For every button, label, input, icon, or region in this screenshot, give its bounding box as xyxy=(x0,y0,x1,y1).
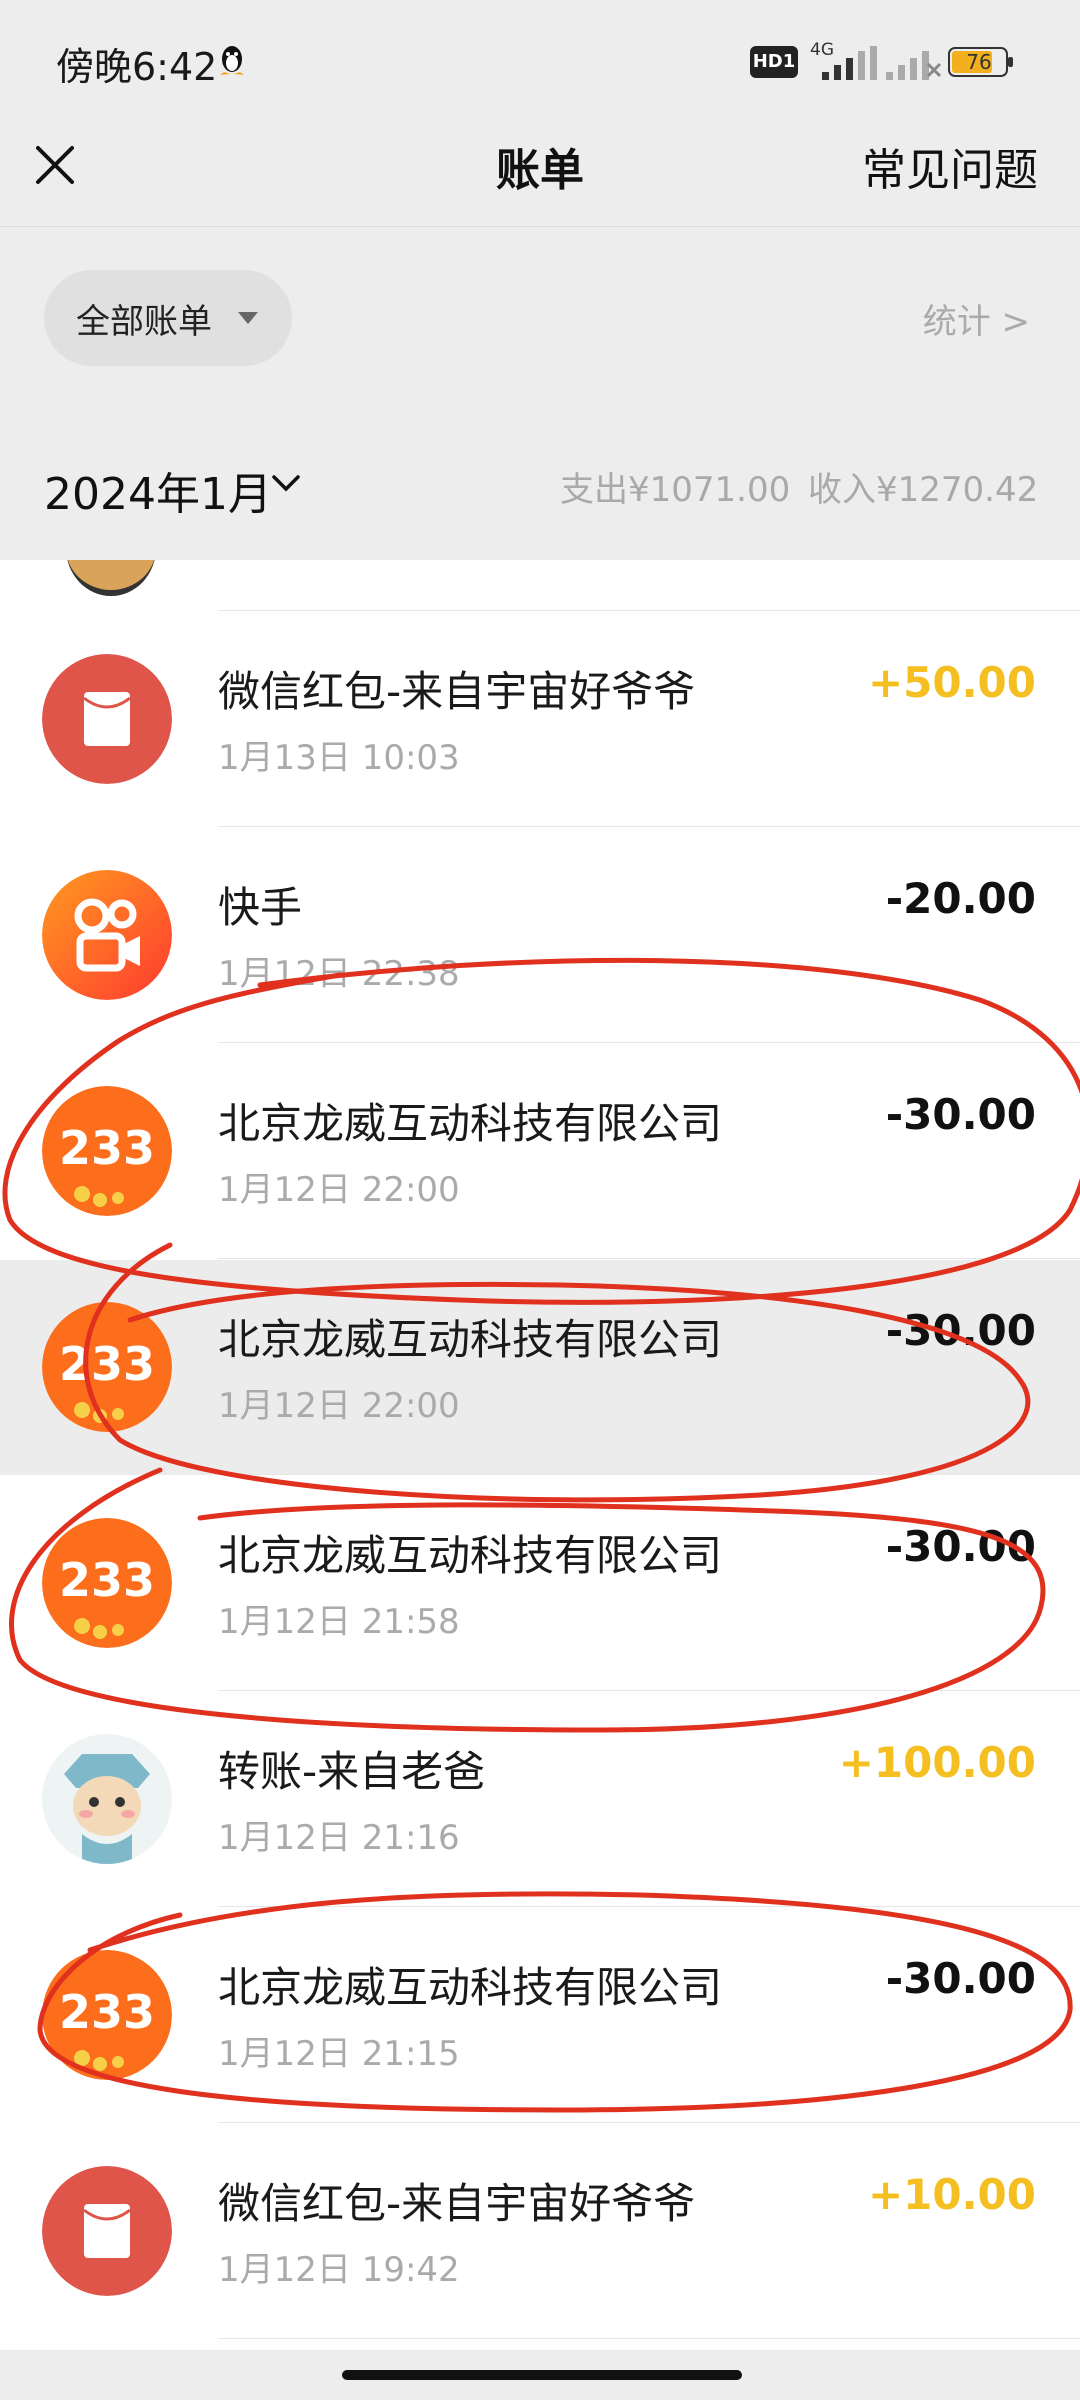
divider xyxy=(218,2122,1080,2123)
233-app-icon: 233 xyxy=(42,1518,172,1648)
status-time: 傍晚6:42 xyxy=(56,45,218,89)
transaction-title: 转账-来自老爸 xyxy=(218,1747,486,1796)
red-packet-icon xyxy=(42,654,172,784)
hd-voice-badge: HD1 xyxy=(750,46,798,78)
battery-level: 76 xyxy=(966,50,992,74)
transaction-title: 微信红包-来自宇宙好爷爷 xyxy=(218,667,696,716)
transaction-time: 1月12日 21:16 xyxy=(218,1818,460,1858)
month-summary-row: 2024年1月 支出¥1071.00 收入¥1270.42 xyxy=(0,410,1080,560)
app-icon-text: 233 xyxy=(59,1553,155,1607)
app-icon-text: 233 xyxy=(59,1985,155,2039)
transaction-row[interactable]: 233 北京龙威互动科技有限公司 1月12日 21:15 -30.00 xyxy=(0,1908,1080,2123)
divider xyxy=(218,826,1080,827)
bill-type-filter-button[interactable]: 全部账单 xyxy=(44,270,292,366)
transaction-title: 北京龙威互动科技有限公司 xyxy=(218,1963,723,2012)
app-icon-text: 233 xyxy=(59,1337,155,1391)
divider xyxy=(218,610,1080,611)
transaction-time: 1月13日 10:03 xyxy=(218,738,460,778)
transaction-title: 北京龙威互动科技有限公司 xyxy=(218,1315,723,1364)
signal-strength-icon xyxy=(822,46,877,80)
transaction-amount: +50.00 xyxy=(867,658,1036,707)
status-bar: 傍晚6:42 HD1 4G 76 xyxy=(0,0,1080,124)
transaction-amount: -30.00 xyxy=(885,1954,1036,2003)
divider xyxy=(218,1258,1080,1259)
app-icon-text: 233 xyxy=(59,1121,155,1175)
transaction-time: 1月12日 21:15 xyxy=(218,2034,460,2074)
transaction-row[interactable]: 233 北京龙威互动科技有限公司 1月12日 22:00 -30.00 xyxy=(0,1044,1080,1259)
home-indicator[interactable] xyxy=(342,2370,742,2380)
filter-row: 全部账单 统计 > xyxy=(0,228,1080,408)
transaction-row[interactable]: 转账-来自老爸 1月12日 21:16 +100.00 xyxy=(0,1692,1080,1907)
divider xyxy=(218,2338,1080,2339)
transaction-title: 微信红包-来自宇宙好爷爷 xyxy=(218,2179,696,2228)
transaction-title: 北京龙威互动科技有限公司 xyxy=(218,1099,723,1148)
kuaishou-icon xyxy=(42,870,172,1000)
divider xyxy=(218,1042,1080,1043)
transaction-amount: -30.00 xyxy=(885,1306,1036,1355)
transaction-time: 1月12日 19:42 xyxy=(218,2250,460,2290)
caret-down-icon xyxy=(238,312,258,324)
transaction-amount: +100.00 xyxy=(838,1738,1036,1787)
transaction-row[interactable]: 快手 1月12日 22:38 -20.00 xyxy=(0,828,1080,1043)
qq-penguin-icon xyxy=(220,46,244,75)
transaction-time: 1月12日 22:38 xyxy=(218,954,460,994)
transaction-amount: -30.00 xyxy=(885,1090,1036,1139)
avatar xyxy=(66,560,156,596)
233-app-icon: 233 xyxy=(42,1950,172,2080)
chevron-down-icon[interactable] xyxy=(270,472,302,494)
transaction-time: 1月12日 21:58 xyxy=(218,1602,460,1642)
transaction-row[interactable]: 233 北京龙威互动科技有限公司 1月12日 21:58 -30.00 xyxy=(0,1476,1080,1691)
month-selector[interactable]: 2024年1月 xyxy=(44,458,272,522)
divider xyxy=(218,1690,1080,1691)
red-packet-icon xyxy=(42,2166,172,2296)
transaction-title: 北京龙威互动科技有限公司 xyxy=(218,1531,723,1580)
transaction-time: 1月12日 22:00 xyxy=(218,1386,460,1426)
transaction-row[interactable]: 微信红包-来自宇宙好爷爷 1月13日 10:03 +50.00 xyxy=(0,612,1080,827)
transaction-list[interactable]: 微信红包-来自宇宙好爷爷 1月13日 10:03 +50.00 快手 1月12日… xyxy=(0,560,1080,2350)
transaction-time: 1月12日 22:00 xyxy=(218,1170,460,1210)
transaction-title: 快手 xyxy=(218,883,303,932)
233-app-icon: 233 xyxy=(42,1302,172,1432)
statistics-link[interactable]: 统计 > xyxy=(923,294,1030,343)
signal-strength-secondary-icon xyxy=(886,51,942,80)
faq-link[interactable]: 常见问题 xyxy=(862,134,1038,198)
bill-type-filter-label: 全部账单 xyxy=(76,302,212,342)
nav-bar: 账单 常见问题 xyxy=(0,124,1080,227)
cartoon-avatar-icon xyxy=(42,1734,172,1864)
transaction-amount: +10.00 xyxy=(867,2170,1036,2219)
transaction-amount: -20.00 xyxy=(885,874,1036,923)
transaction-row[interactable]: 微信红包-来自宇宙好爷爷 1月12日 19:42 +10.00 xyxy=(0,2124,1080,2339)
transaction-amount: -30.00 xyxy=(885,1522,1036,1571)
month-income-total: 收入¥1270.42 xyxy=(808,470,1039,510)
233-app-icon: 233 xyxy=(42,1086,172,1216)
divider xyxy=(218,1906,1080,1907)
divider xyxy=(218,1474,1080,1475)
month-expense-total: 支出¥1071.00 xyxy=(560,470,791,510)
transaction-row[interactable]: 233 北京龙威互动科技有限公司 1月12日 22:00 -30.00 xyxy=(0,1260,1080,1475)
